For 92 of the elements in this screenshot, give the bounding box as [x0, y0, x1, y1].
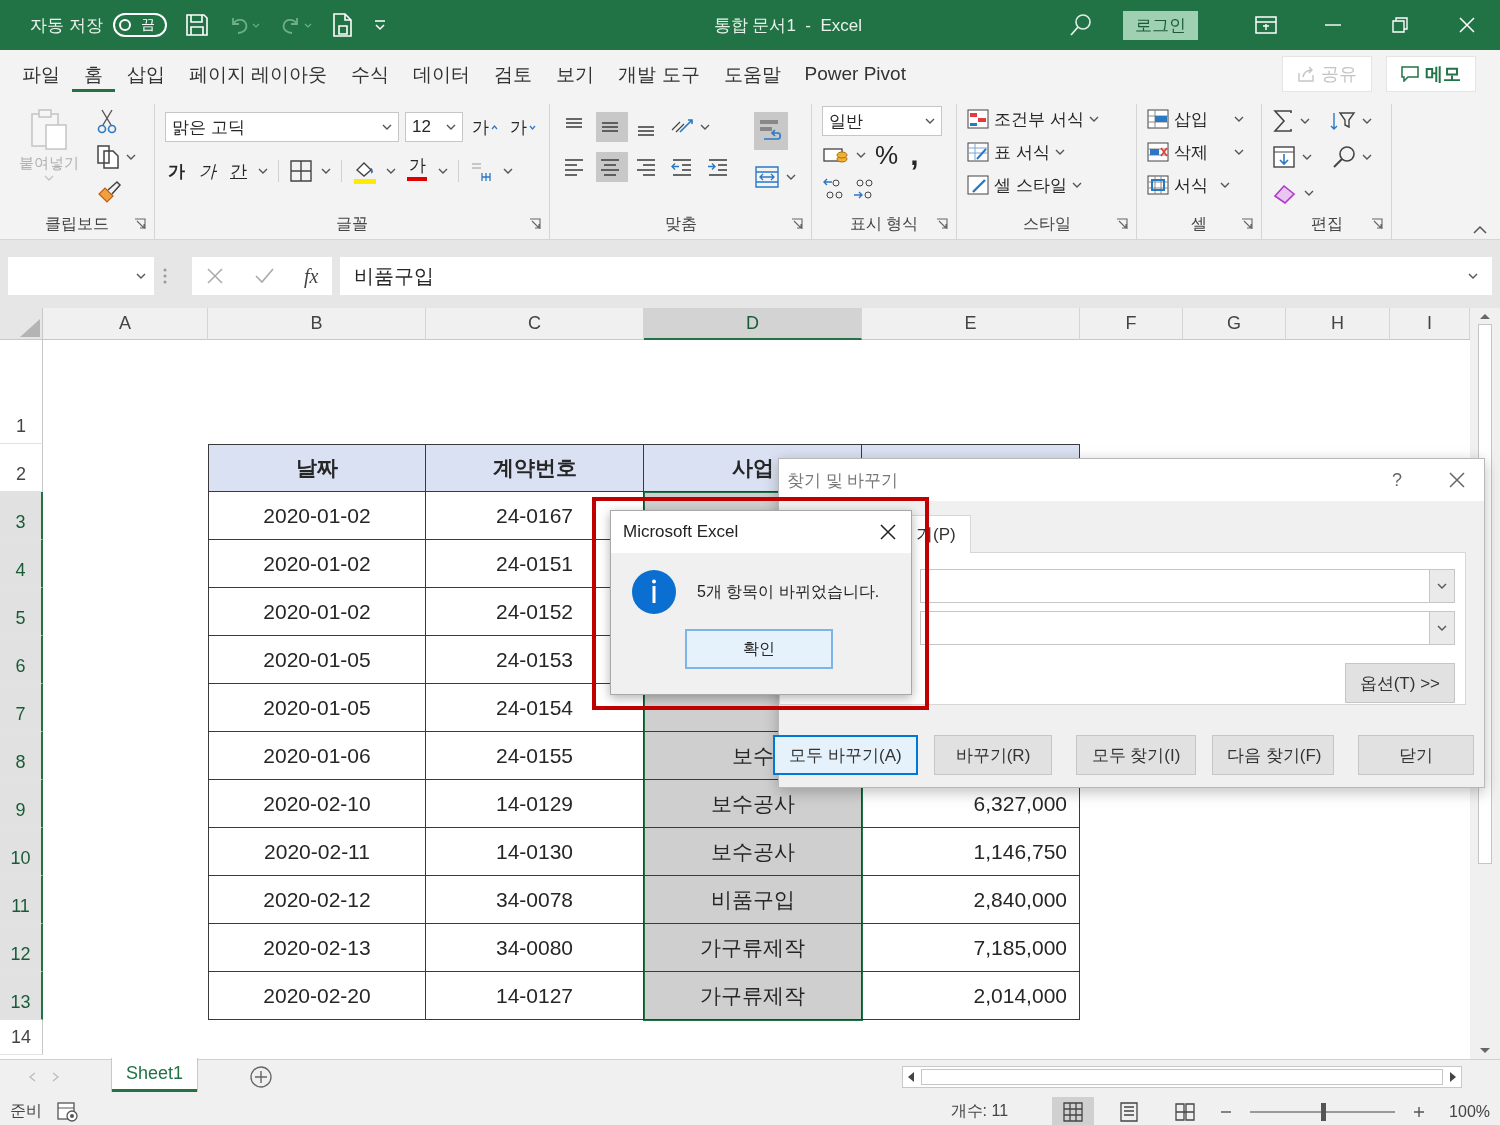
row-header[interactable]: 8: [0, 732, 43, 780]
row-header[interactable]: 10: [0, 828, 43, 876]
table-cell: 2020-02-11: [208, 828, 426, 876]
column-header[interactable]: E: [862, 308, 1080, 340]
table-cell: 2020-01-05: [208, 636, 426, 684]
table-cell: 2020-01-05: [208, 684, 426, 732]
dialog-button[interactable]: 닫기: [1358, 735, 1474, 775]
menu-tab[interactable]: 파일: [10, 56, 72, 92]
dialog-button[interactable]: 바꾸기(R): [934, 735, 1052, 775]
row-header[interactable]: 4: [0, 540, 43, 588]
cells-menu-button[interactable]: 서식: [1147, 170, 1251, 200]
row-header[interactable]: 6: [0, 636, 43, 684]
dialog-button[interactable]: 다음 찾기(F): [1212, 735, 1334, 775]
row-header[interactable]: 14: [0, 1020, 43, 1055]
message-text: 5개 항목이 바뀌었습니다.: [697, 581, 880, 602]
italic-button[interactable]: 가: [196, 157, 219, 185]
menu-tab[interactable]: 삽입: [115, 56, 177, 92]
cells-menu-button[interactable]: 삭제: [1147, 137, 1251, 167]
bold-button[interactable]: 가: [165, 157, 188, 185]
autosave-toggle[interactable]: 끔: [112, 13, 167, 37]
style-menu-button[interactable]: 셀 스타일: [967, 170, 1126, 200]
column-header[interactable]: F: [1080, 308, 1183, 340]
row-header[interactable]: 3: [0, 492, 43, 540]
row-header[interactable]: 1: [0, 340, 43, 444]
count-label: 개수: 11: [950, 1101, 1009, 1121]
menu-tab[interactable]: 보기: [544, 56, 607, 92]
shrink-font-button[interactable]: 가: [507, 113, 539, 141]
table-cell: 2020-01-02: [208, 492, 426, 540]
group-label: 표시 형식: [849, 213, 919, 234]
table-header-cell: 계약번호: [426, 444, 644, 492]
insert-function-button[interactable]: fx: [304, 264, 319, 288]
table-header-cell: 날짜: [208, 444, 426, 492]
font-name-dropdown[interactable]: 맑은 고딕: [165, 112, 399, 142]
group-label: 글꼴: [336, 213, 368, 234]
percent-button[interactable]: %: [872, 141, 902, 169]
table-cell: 2020-01-06: [208, 732, 426, 780]
row-header[interactable]: 9: [0, 780, 43, 828]
group-label: 클립보드: [45, 213, 109, 234]
menu-tab[interactable]: 데이터: [401, 56, 483, 92]
menu-tab[interactable]: 페이지 레이아웃: [177, 56, 340, 92]
zoom-level[interactable]: 100%: [1449, 1102, 1490, 1121]
menu-tab[interactable]: Power Pivot: [792, 56, 918, 92]
row-header[interactable]: 12: [0, 924, 43, 972]
column-header[interactable]: I: [1390, 308, 1470, 340]
group-label: 편집: [1310, 213, 1343, 234]
menu-tab[interactable]: 개발 도구: [606, 56, 712, 92]
menu-tab[interactable]: 홈: [72, 56, 115, 92]
menu-tab[interactable]: 검토: [482, 56, 545, 92]
memo-button[interactable]: 메모: [1386, 56, 1476, 92]
column-header[interactable]: G: [1183, 308, 1286, 340]
table-cell: 2020-02-13: [208, 924, 426, 972]
row-header[interactable]: 11: [0, 876, 43, 924]
column-header[interactable]: B: [208, 308, 426, 340]
table-cell: 2020-01-02: [208, 588, 426, 636]
window-title: 통합 문서1 - Excel: [712, 14, 863, 37]
table-cell: 2020-01-02: [208, 540, 426, 588]
column-header[interactable]: C: [426, 308, 644, 340]
font-size-dropdown[interactable]: 12: [405, 112, 463, 142]
autosave-label: 자동 저장: [30, 14, 103, 37]
column-header[interactable]: A: [43, 308, 208, 340]
dialog-title: Microsoft Excel: [623, 522, 739, 542]
ok-button[interactable]: 확인: [685, 629, 833, 669]
grow-font-button[interactable]: 가: [469, 113, 501, 141]
group-label: 맞춤: [664, 213, 697, 234]
font-color-button[interactable]: 가: [404, 157, 430, 185]
table-cell: 2020-02-12: [208, 876, 426, 924]
options-button[interactable]: 옵션(T) >>: [1344, 663, 1455, 703]
menu-tab[interactable]: 수식: [339, 56, 402, 92]
row-header[interactable]: 2: [0, 444, 43, 492]
table-cell: 2020-02-10: [208, 780, 426, 828]
table-cell: 2020-02-20: [208, 972, 426, 1020]
style-menu-button[interactable]: 조건부 서식: [967, 104, 1126, 134]
status-text: 준비: [10, 1101, 42, 1121]
login-button[interactable]: 로그인: [1123, 10, 1198, 40]
help-button[interactable]: ?: [1392, 469, 1402, 491]
dialog-button[interactable]: 모두 찾기(I): [1076, 735, 1196, 775]
row-header[interactable]: 5: [0, 588, 43, 636]
menu-tab[interactable]: 도움말: [711, 56, 793, 92]
dialog-button[interactable]: 모두 바꾸기(A): [773, 735, 918, 775]
cells-menu-button[interactable]: 삽입: [1147, 104, 1251, 134]
number-format-dropdown[interactable]: 일반: [822, 106, 942, 136]
style-menu-button[interactable]: 표 서식: [967, 137, 1126, 167]
formula-field[interactable]: 비품구입: [340, 257, 1492, 295]
group-label: 스타일: [1022, 213, 1071, 234]
column-header[interactable]: D: [644, 308, 862, 340]
underline-button[interactable]: 간: [227, 157, 250, 185]
row-header[interactable]: 13: [0, 972, 43, 1020]
group-label: 셀: [1191, 213, 1207, 234]
comma-style-button[interactable]: ,: [907, 141, 922, 169]
row-header[interactable]: 7: [0, 684, 43, 732]
sheet-tab[interactable]: Sheet1: [112, 1058, 198, 1092]
column-header[interactable]: H: [1286, 308, 1390, 340]
